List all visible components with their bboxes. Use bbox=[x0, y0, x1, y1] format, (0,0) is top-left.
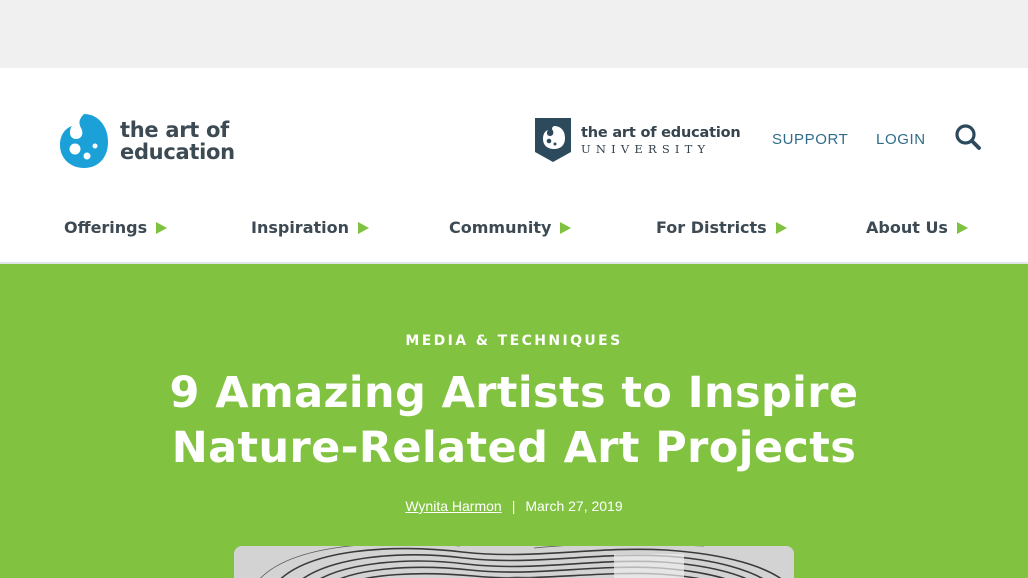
article-byline: Wynita Harmon | March 27, 2019 bbox=[0, 498, 1028, 514]
tree-rings-photo bbox=[234, 546, 794, 578]
nav-item-for-districts[interactable]: For Districts bbox=[656, 218, 787, 237]
caret-right-icon bbox=[775, 221, 787, 234]
main-navigation: Offerings Inspiration Community For Dist… bbox=[0, 218, 1028, 248]
support-link[interactable]: SUPPORT bbox=[772, 131, 848, 148]
ad-banner-area bbox=[0, 0, 1028, 68]
article-category: MEDIA & TECHNIQUES bbox=[0, 333, 1028, 349]
nav-item-label: Community bbox=[449, 218, 552, 237]
caret-right-icon bbox=[956, 221, 968, 234]
university-logo-line-2: UNIVERSITY bbox=[581, 141, 711, 156]
article-hero: MEDIA & TECHNIQUES 9 Amazing Artists to … bbox=[0, 264, 1028, 578]
nav-item-label: Inspiration bbox=[251, 218, 350, 237]
byline-separator: | bbox=[511, 498, 516, 514]
nav-item-community[interactable]: Community bbox=[449, 218, 572, 237]
nav-item-label: About Us bbox=[866, 218, 948, 237]
search-icon bbox=[955, 124, 981, 150]
nav-item-label: For Districts bbox=[656, 218, 767, 237]
category-link[interactable]: MEDIA & TECHNIQUES bbox=[405, 333, 622, 349]
logo-line-2: education bbox=[120, 140, 235, 164]
author-link[interactable]: Wynita Harmon bbox=[405, 498, 501, 514]
nav-item-label: Offerings bbox=[64, 218, 148, 237]
logo-line-1: the art of bbox=[120, 118, 229, 142]
login-link[interactable]: LOGIN bbox=[876, 131, 926, 148]
nav-item-about-us[interactable]: About Us bbox=[866, 218, 968, 237]
caret-right-icon bbox=[560, 221, 572, 234]
logo-wordmark: the art of education bbox=[120, 119, 235, 163]
palette-logo-icon bbox=[60, 114, 108, 168]
site-header: the art of education the art of educatio… bbox=[0, 68, 1028, 263]
featured-image bbox=[234, 546, 794, 578]
search-button[interactable] bbox=[954, 123, 982, 151]
university-logo-line-1: the art of education bbox=[581, 124, 741, 141]
nav-item-offerings[interactable]: Offerings bbox=[64, 218, 168, 237]
site-logo[interactable]: the art of education bbox=[58, 112, 235, 170]
university-shield-icon bbox=[535, 118, 571, 162]
caret-right-icon bbox=[156, 221, 168, 234]
caret-right-icon bbox=[358, 221, 370, 234]
publish-date: March 27, 2019 bbox=[525, 498, 623, 514]
university-logo[interactable]: the art of education UNIVERSITY bbox=[535, 118, 741, 162]
nav-item-inspiration[interactable]: Inspiration bbox=[251, 218, 370, 237]
article-title: 9 Amazing Artists to Inspire Nature-Rela… bbox=[169, 368, 859, 473]
